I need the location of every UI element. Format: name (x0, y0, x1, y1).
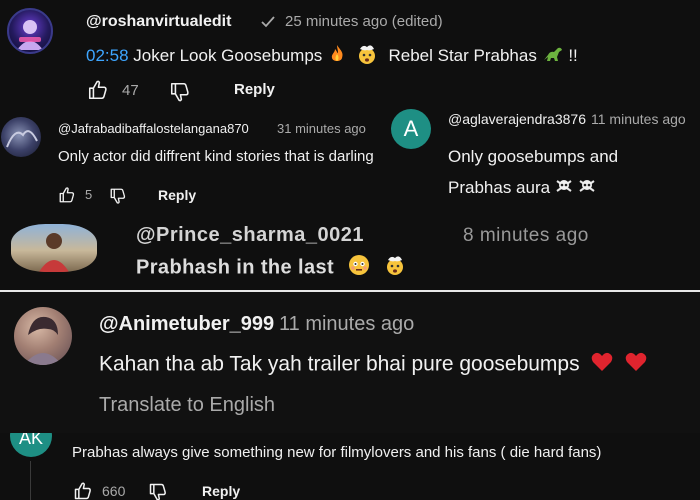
dislike-button[interactable] (147, 481, 169, 500)
comment-author[interactable]: @Animetuber_999 (99, 313, 274, 336)
comment-text-part: Rebel Star Prabhas (388, 45, 537, 65)
comment-aglaverajendra: A @aglaverajendra3876 11 minutes ago Onl… (386, 103, 700, 212)
comment-author[interactable]: @Jafrabadibaffalostelangana870 (58, 121, 249, 136)
comment-time: 31 minutes ago (277, 121, 366, 136)
comment-jafrabadi: @Jafrabadibaffalostelangana870 31 minute… (0, 107, 390, 212)
flushed-face-icon (348, 254, 370, 282)
comment-text-line: Only goosebumps and (448, 147, 619, 166)
thumbs-down-icon (170, 82, 189, 102)
timestamp-link[interactable]: 02:58 (86, 46, 129, 65)
comment-time: 25 minutes ago (edited) (285, 13, 443, 30)
reply-button[interactable]: Reply (202, 483, 240, 499)
comment-text: Kahan tha ab Tak yah trailer bhai pure g… (99, 352, 647, 378)
avatar-letter: AK (18, 433, 43, 448)
avatar[interactable] (14, 307, 72, 365)
avatar[interactable]: A (391, 109, 431, 149)
avatar[interactable] (11, 224, 97, 272)
comment-text: Only actor did diffrent kind stories tha… (58, 148, 374, 165)
comment-text: Prabhash in the last (136, 254, 406, 282)
translate-link[interactable]: Translate to English (99, 394, 275, 417)
thumbs-up-icon (59, 187, 75, 203)
comment-text-part: !! (568, 45, 578, 65)
dislike-button[interactable] (108, 186, 128, 206)
like-count: 5 (85, 187, 93, 202)
comment-time: 11 minutes ago (279, 313, 415, 335)
comment-text-part: Kahan tha ab Tak yah trailer bhai pure g… (99, 352, 580, 376)
like-count: 660 (102, 483, 126, 499)
comment-author[interactable]: @Prince_sharma_0021 (136, 224, 364, 247)
like-count: 47 (122, 82, 139, 99)
comment-author[interactable]: @roshanvirtualedit (86, 13, 231, 31)
reply-button[interactable]: Reply (234, 81, 275, 98)
comment-text-part: Prabhas aura (448, 177, 551, 197)
comment-author[interactable]: @aglaverajendra3876 (448, 111, 586, 127)
comment-time: 8 minutes ago (463, 225, 589, 246)
like-button[interactable] (72, 480, 94, 500)
avatar[interactable]: AK (10, 433, 52, 457)
comment-prince-sharma: @Prince_sharma_0021 8 minutes ago Prabha… (0, 212, 700, 290)
heart-icon (625, 352, 647, 378)
thumbs-up-icon (88, 80, 107, 100)
comment-time: 11 minutes ago (591, 111, 686, 127)
comment-animetuber: @Animetuber_999 11 minutes ago Kahan tha… (0, 290, 700, 433)
checkmark-icon (260, 15, 276, 29)
thread-line (30, 461, 31, 500)
skull-crossbones-icon (578, 177, 596, 200)
comment-text-line: Prabhas aura (448, 177, 596, 200)
thumbs-up-icon (74, 482, 91, 500)
comment-text: 02:58 Joker Look Goosebumps Rebel Star P… (86, 43, 578, 70)
comment-text: Prabhas always give something new for fi… (72, 444, 602, 461)
comment-text-part: Joker Look Goosebumps (133, 45, 323, 65)
dinosaur-icon (542, 45, 564, 68)
thumbs-down-icon (149, 483, 166, 500)
comment-roshanvirtualedit: @roshanvirtualedit 25 minutes ago (edite… (0, 0, 700, 107)
like-button[interactable] (57, 185, 77, 205)
thumbs-down-icon (110, 188, 126, 204)
avatar[interactable] (7, 8, 53, 54)
dislike-button[interactable] (168, 80, 192, 104)
reply-button[interactable]: Reply (158, 187, 196, 203)
comment-ak: AK Prabhas always give something new for… (0, 433, 700, 500)
exploding-head-icon (356, 43, 378, 70)
avatar-letter: A (403, 116, 419, 141)
like-button[interactable] (86, 78, 110, 102)
skull-crossbones-icon (555, 177, 573, 200)
exploding-head-icon (384, 254, 406, 282)
avatar[interactable] (1, 117, 41, 157)
fire-icon (327, 44, 347, 69)
heart-icon (591, 352, 613, 378)
comment-text-part: Prabhash in the last (136, 256, 335, 279)
